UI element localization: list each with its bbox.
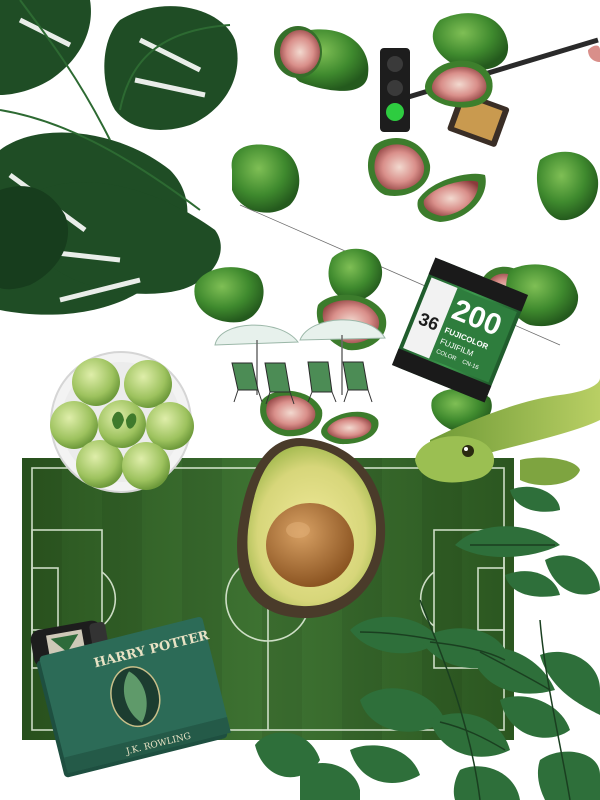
traffic-light-icon: [380, 48, 410, 132]
collage-canvas: 200 36 FUJICOLOR FUJIFILM COLOR CN-16 HA…: [0, 0, 600, 800]
fig-icon: [417, 173, 486, 222]
fig-icon: [328, 248, 383, 302]
fig-icon: [536, 151, 599, 221]
fig-icon: [367, 137, 431, 196]
fig-icon: [274, 26, 322, 78]
fig-icon: [588, 45, 600, 62]
fig-icon: [432, 13, 509, 70]
fig-icon: [260, 390, 323, 437]
fig-icon: [321, 411, 379, 445]
fig-icon: [231, 144, 300, 213]
monstera-leaves: [0, 0, 238, 315]
fig-icon: [425, 60, 493, 108]
fig-icon: [194, 267, 264, 323]
beach-scene: [214, 319, 386, 405]
